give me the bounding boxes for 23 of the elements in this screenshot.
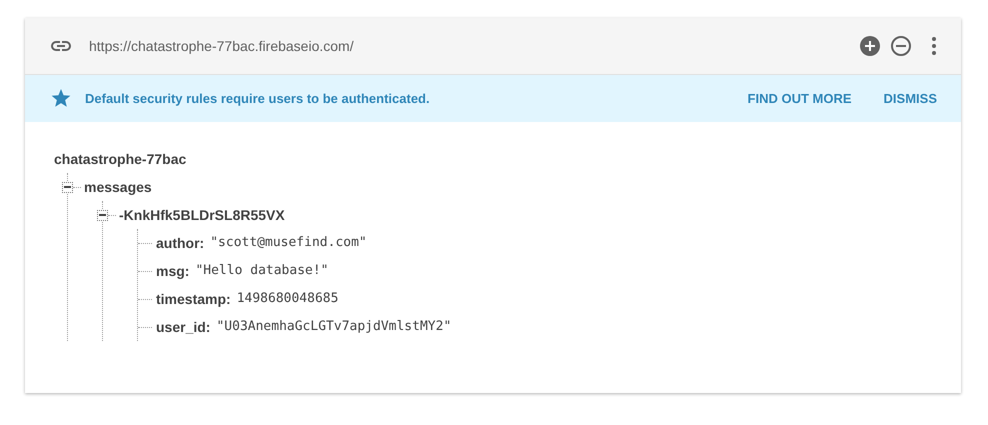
database-url: https://chatastrophe-77bac.firebaseio.com/ <box>89 36 354 56</box>
banner-action-button[interactable]: FIND OUT MORE <box>748 88 852 108</box>
collapse-toggle[interactable] <box>62 182 73 192</box>
banner-action-button[interactable]: DISMISS <box>884 88 937 108</box>
node-value: 1498680048685 <box>236 290 338 308</box>
minus-icon <box>896 45 906 47</box>
node-key: -KnkHfk5BLDrSL8R55VX <box>119 204 285 226</box>
remove-button[interactable] <box>891 36 911 56</box>
collapse-toggle[interactable] <box>97 210 108 220</box>
star-icon <box>51 89 71 108</box>
node-key: timestamp: <box>156 288 231 310</box>
node-key: user_id: <box>156 316 210 338</box>
node-value: "scott@musefind.com" <box>210 234 367 252</box>
link-icon <box>50 40 72 52</box>
node-key: messages <box>84 176 152 198</box>
node-value: "Hello database!" <box>195 262 329 280</box>
node-key: chatastrophe-77bac <box>54 148 186 170</box>
node-key: author: <box>156 232 204 254</box>
node-value: "U03AnemhaGcLGTv7apjdVmlstMY2" <box>216 318 452 336</box>
banner-message: Default security rules require users to be authenticated. <box>85 90 430 108</box>
node-key: msg: <box>156 260 190 282</box>
plus-icon <box>865 41 875 51</box>
add-button[interactable] <box>860 36 880 56</box>
